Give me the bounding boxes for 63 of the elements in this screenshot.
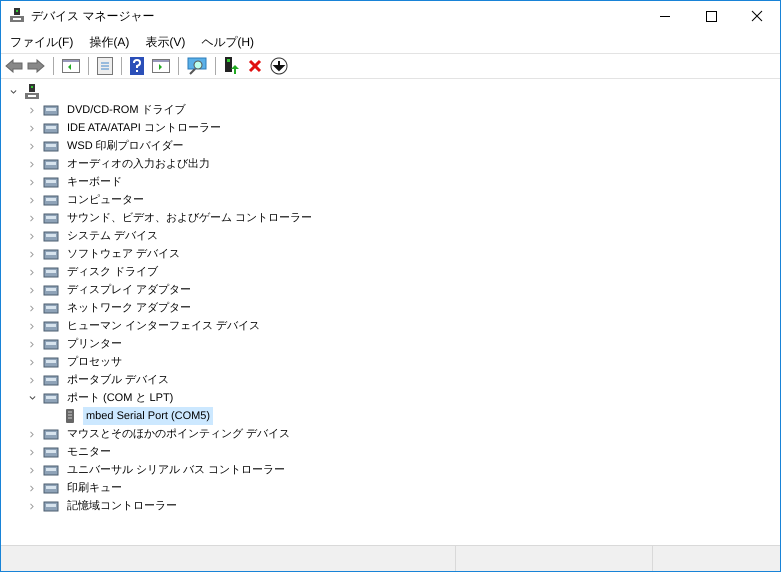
tree-item[interactable]: オーディオの入力および出力 xyxy=(64,155,213,173)
tree-item[interactable]: WSD 印刷プロバイダー xyxy=(64,137,187,155)
collapsed-chevron-icon[interactable] xyxy=(29,286,35,294)
tree-item[interactable]: ネットワーク アダプター xyxy=(64,299,194,317)
properties-icon[interactable] xyxy=(97,57,113,75)
tree-item[interactable]: モニター xyxy=(64,443,114,461)
delete-icon[interactable] xyxy=(248,59,262,73)
panel-icon[interactable] xyxy=(62,58,80,74)
collapsed-chevron-icon[interactable] xyxy=(29,430,35,438)
tree-item[interactable]: ディスク ドライブ xyxy=(64,263,162,281)
tree-item[interactable]: ソフトウェア デバイス xyxy=(64,245,184,263)
panel-icon[interactable] xyxy=(152,58,170,74)
expanded-chevron-icon[interactable] xyxy=(8,89,18,95)
collapsed-chevron-icon[interactable] xyxy=(29,160,35,168)
menu-item[interactable]: 表示(V) xyxy=(139,31,192,53)
download-icon[interactable] xyxy=(270,57,288,75)
monitor-search-icon[interactable] xyxy=(187,57,207,75)
collapsed-chevron-icon[interactable] xyxy=(29,124,35,132)
collapsed-chevron-icon[interactable] xyxy=(29,448,35,456)
collapsed-chevron-icon[interactable] xyxy=(29,304,35,312)
back-arrow-icon[interactable] xyxy=(5,58,23,74)
collapsed-chevron-icon[interactable] xyxy=(29,214,35,222)
tree-item[interactable]: ポート (COM と LPT) xyxy=(64,389,176,407)
collapsed-chevron-icon[interactable] xyxy=(29,250,35,258)
tree-item[interactable]: ヒューマン インターフェイス デバイス xyxy=(64,317,264,335)
collapsed-chevron-icon[interactable] xyxy=(29,232,35,240)
menu-item[interactable]: ヘルプ(H) xyxy=(195,31,260,53)
computer-icon xyxy=(10,8,24,24)
tree-item[interactable]: IDE ATA/ATAPI コントローラー xyxy=(64,119,224,137)
tree-item[interactable]: サウンド、ビデオ、およびゲーム コントローラー xyxy=(64,209,316,227)
tree-item[interactable]: コンピューター xyxy=(64,191,147,209)
tree-item[interactable]: キーボード xyxy=(64,173,125,191)
expanded-chevron-icon[interactable] xyxy=(28,395,36,401)
collapsed-chevron-icon[interactable] xyxy=(29,196,35,204)
forward-arrow-icon[interactable] xyxy=(27,58,45,74)
tree-item[interactable]: ユニバーサル シリアル バス コントローラー xyxy=(64,461,288,479)
tree-item[interactable]: ディスプレイ アダプター xyxy=(64,281,194,299)
menu-item[interactable]: ファイル(F) xyxy=(4,31,80,53)
collapsed-chevron-icon[interactable] xyxy=(29,376,35,384)
help-icon[interactable] xyxy=(130,57,144,75)
collapsed-chevron-icon[interactable] xyxy=(29,178,35,186)
tree-item[interactable]: ポータブル デバイス xyxy=(64,371,172,389)
tree-item[interactable]: 印刷キュー xyxy=(64,479,125,497)
collapsed-chevron-icon[interactable] xyxy=(29,466,35,474)
tree-item[interactable]: DVD/CD-ROM ドライブ xyxy=(64,101,189,119)
collapsed-chevron-icon[interactable] xyxy=(29,340,35,348)
collapsed-chevron-icon[interactable] xyxy=(29,322,35,330)
device-update-icon[interactable] xyxy=(224,57,240,75)
tree-item[interactable]: プリンター xyxy=(64,335,125,353)
computer-icon xyxy=(24,84,40,100)
menu-item[interactable]: 操作(A) xyxy=(83,31,136,53)
tree-item[interactable]: 記憶域コントローラー xyxy=(64,497,180,515)
tree-item[interactable]: システム デバイス xyxy=(64,227,162,245)
collapsed-chevron-icon[interactable] xyxy=(29,268,35,276)
collapsed-chevron-icon[interactable] xyxy=(29,502,35,510)
collapsed-chevron-icon[interactable] xyxy=(29,106,35,114)
collapsed-chevron-icon[interactable] xyxy=(29,358,35,366)
collapsed-chevron-icon[interactable] xyxy=(29,142,35,150)
tree-item[interactable]: mbed Serial Port (COM5) xyxy=(83,407,214,425)
window-title: デバイス マネージャー xyxy=(31,8,154,25)
tree-item[interactable]: マウスとそのほかのポインティング デバイス xyxy=(64,425,294,443)
collapsed-chevron-icon[interactable] xyxy=(29,484,35,492)
tree-item[interactable]: プロセッサ xyxy=(64,353,125,371)
